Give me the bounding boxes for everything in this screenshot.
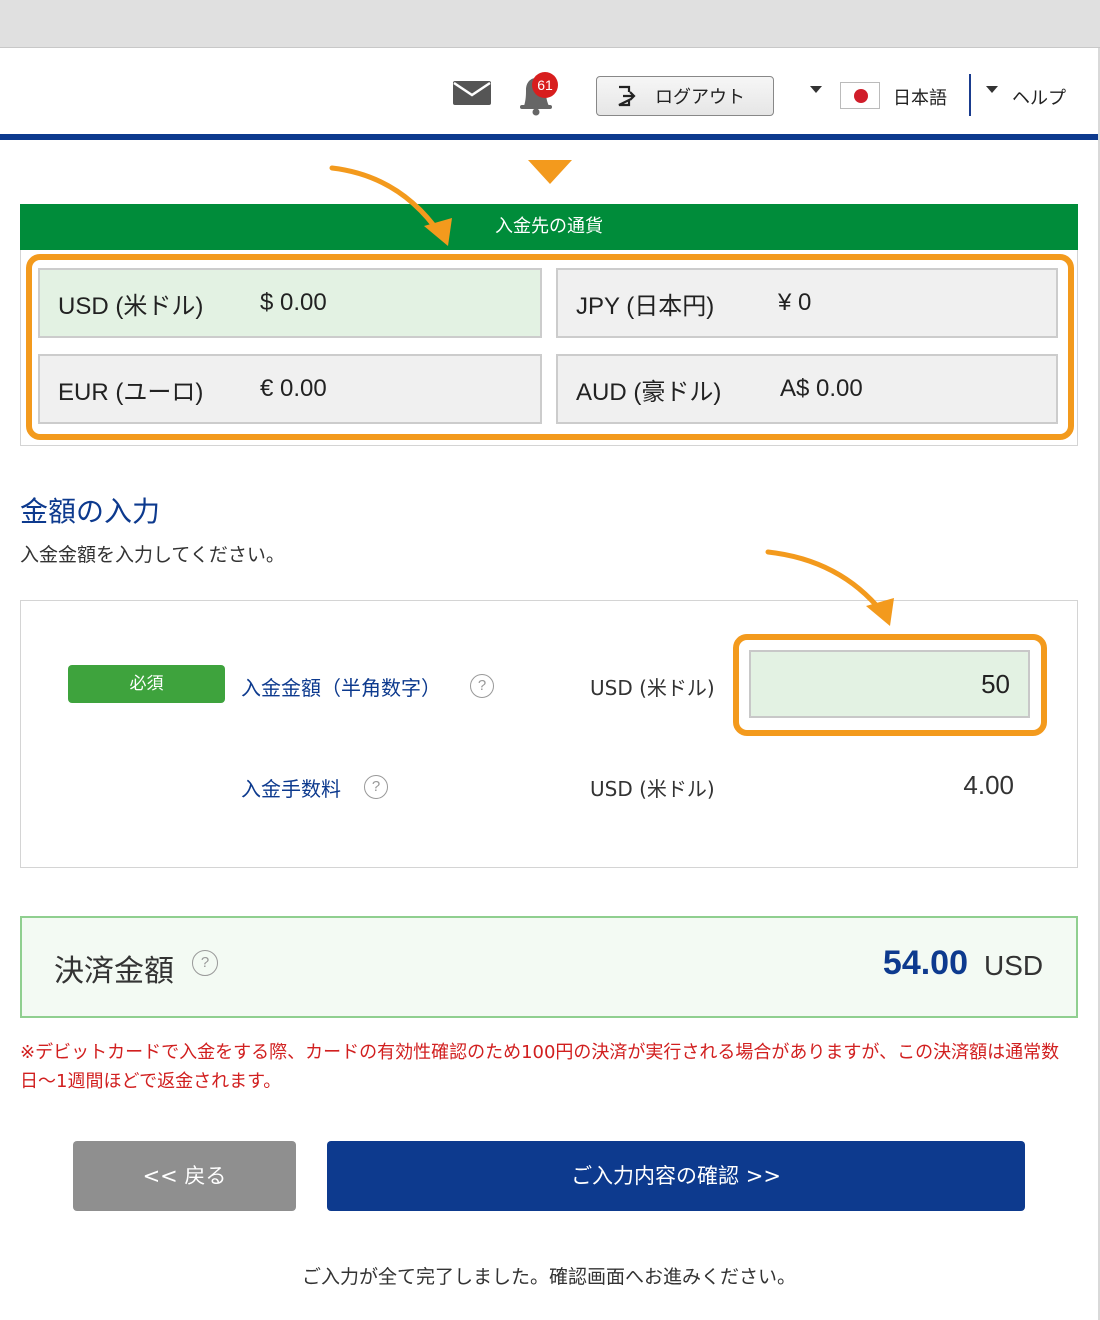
currency-grid: USD (米ドル) $ 0.00 JPY (日本円) ¥ 0 EUR (ユーロ)… bbox=[26, 254, 1074, 440]
section-title: 金額の入力 bbox=[20, 495, 161, 528]
currency-name: EUR (ユーロ) bbox=[58, 378, 204, 406]
currency-balance: € 0.00 bbox=[260, 375, 327, 402]
fee-value: 4.00 bbox=[963, 770, 1014, 800]
currency-balance: $ 0.00 bbox=[260, 289, 327, 316]
language-selector[interactable]: 日本語 bbox=[893, 84, 947, 110]
payment-total-unit: USD bbox=[984, 950, 1044, 981]
completion-message: ご入力が全て完了しました。確認画面へお進みください。 bbox=[301, 1266, 796, 1288]
currency-name: JPY (日本円) bbox=[576, 292, 715, 320]
header-divider bbox=[969, 74, 971, 116]
currency-balance: A$ 0.00 bbox=[780, 375, 863, 402]
payment-total-label: 決済金額 bbox=[54, 954, 174, 989]
currency-option-eur[interactable]: EUR (ユーロ) € 0.00 bbox=[38, 354, 542, 424]
currency-name: AUD (豪ドル) bbox=[576, 378, 722, 406]
logout-icon bbox=[618, 85, 636, 107]
deposit-amount-input[interactable] bbox=[749, 650, 1030, 718]
browser-top-bar bbox=[0, 0, 1100, 48]
header-underline bbox=[0, 134, 1098, 140]
back-button[interactable]: << 戻る bbox=[73, 1141, 296, 1211]
deposit-unit-label: USD (米ドル) bbox=[590, 676, 715, 700]
currency-panel-title: 入金先の通貨 bbox=[20, 204, 1078, 250]
currency-option-aud[interactable]: AUD (豪ドル) A$ 0.00 bbox=[556, 354, 1058, 424]
fee-unit-label: USD (米ドル) bbox=[590, 777, 715, 801]
debit-card-notice: ※デビットカードで入金をする際、カードの有効性確認のため100円の決済が実行され… bbox=[20, 1042, 1060, 1092]
help-dropdown-caret-icon[interactable] bbox=[986, 86, 998, 93]
required-badge: 必須 bbox=[68, 665, 225, 703]
notification-bell[interactable]: 61 bbox=[512, 70, 562, 116]
logout-label: ログアウト bbox=[655, 87, 745, 108]
step-down-arrow-icon bbox=[528, 160, 572, 184]
section-instructions: 入金金額を入力してください。 bbox=[20, 544, 285, 566]
help-question-icon[interactable]: ? bbox=[364, 775, 388, 799]
currency-balance: ¥ 0 bbox=[778, 289, 812, 316]
notification-badge: 61 bbox=[532, 72, 558, 98]
amount-form-panel bbox=[20, 600, 1078, 868]
currency-name: USD (米ドル) bbox=[58, 292, 204, 320]
confirm-input-button[interactable]: ご入力内容の確認 >> bbox=[327, 1141, 1025, 1211]
deposit-fee-label: 入金手数料 bbox=[241, 777, 341, 801]
language-dropdown-caret-icon[interactable] bbox=[810, 86, 822, 93]
currency-option-jpy[interactable]: JPY (日本円) ¥ 0 bbox=[556, 268, 1058, 338]
japan-flag-icon[interactable] bbox=[840, 82, 880, 109]
help-question-icon[interactable]: ? bbox=[470, 674, 494, 698]
help-question-icon[interactable]: ? bbox=[192, 950, 218, 976]
mail-icon[interactable] bbox=[452, 80, 492, 106]
payment-total-value: 54.00 bbox=[882, 944, 968, 982]
help-menu[interactable]: ヘルプ bbox=[1012, 84, 1066, 110]
currency-option-usd[interactable]: USD (米ドル) $ 0.00 bbox=[38, 268, 542, 338]
logout-button[interactable]: ログアウト bbox=[596, 76, 774, 116]
deposit-amount-label: 入金金額（半角数字） bbox=[241, 676, 441, 700]
